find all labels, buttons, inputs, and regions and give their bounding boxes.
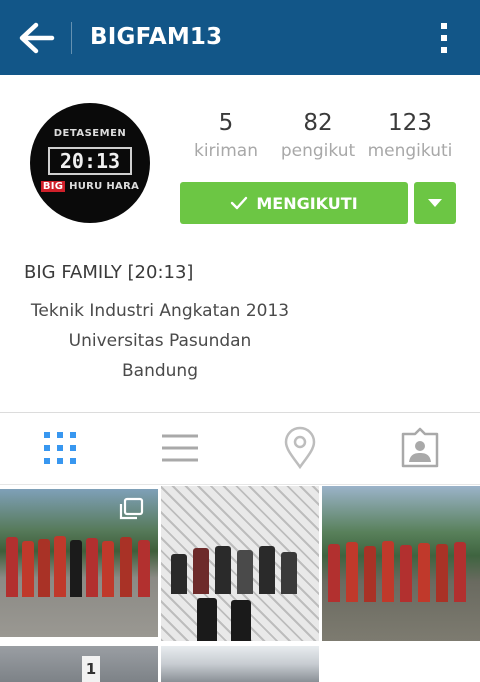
map-pin-icon[interactable] [280,426,320,470]
multiple-photos-icon [119,497,144,520]
bio-line: Bandung [122,361,198,381]
photo-thumbnail[interactable] [322,486,480,641]
suggestions-dropdown-button[interactable] [414,182,456,224]
stat-posts[interactable]: 5 kiriman [178,108,274,164]
caret-down-icon [428,199,442,207]
following-button-label: MENGIKUTI [256,193,358,213]
bio-line: Teknik Industri Angkatan 2013 [30,301,290,321]
stat-following[interactable]: 123 mengikuti [362,108,458,164]
back-arrow-icon[interactable] [16,20,56,56]
checkmark-icon [231,196,248,210]
photo-thumbnail[interactable] [0,489,158,637]
following-button[interactable]: MENGIKUTI [180,182,408,224]
stat-following-label: mengikuti [367,141,453,161]
header-divider [71,22,72,54]
section-divider [0,412,480,413]
stat-followers[interactable]: 82 pengikut [270,108,366,164]
list-view-icon[interactable] [160,426,200,470]
photo-thumbnail[interactable] [161,486,319,641]
tagged-photos-icon[interactable] [400,426,440,470]
avatar-text-sub: HURU HARA [69,181,140,192]
avatar-text-middle: 20:13 [48,147,132,175]
photo-thumbnail[interactable] [161,646,319,682]
photo-sign-text: 1 [82,656,100,682]
profile-full-name: BIG FAMILY [20:13] [24,262,194,283]
avatar-text-red: BIG [40,181,66,192]
profile-username: BIGFAM13 [90,24,223,50]
stat-followers-value: 82 [303,110,333,136]
avatar-text-top: DETASEMEN [53,128,127,139]
profile-avatar[interactable]: DETASEMEN 20:13 BIG HURU HARA [30,103,150,223]
stat-followers-label: pengikut [280,141,356,161]
avatar-text-bottom: BIG HURU HARA [30,181,150,192]
grid-view-icon[interactable] [40,426,80,470]
more-vertical-icon[interactable] [432,20,456,56]
stat-posts-label: kiriman [193,141,259,161]
top-app-bar: BIGFAM13 [0,0,480,75]
stat-posts-value: 5 [218,110,234,136]
tab-bar-divider [0,484,480,485]
bio-line: Universitas Pasundan [68,331,252,351]
stat-following-value: 123 [388,110,432,136]
photo-thumbnail[interactable]: 1 [0,646,158,682]
profile-bio: Teknik Industri Angkatan 2013 Universita… [24,296,296,386]
